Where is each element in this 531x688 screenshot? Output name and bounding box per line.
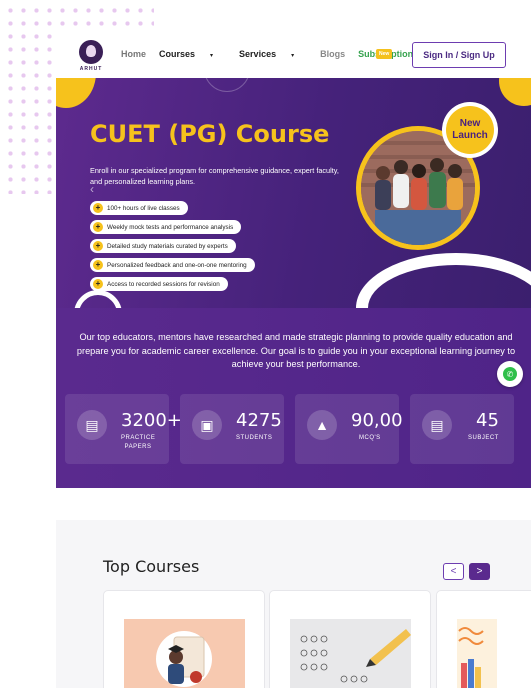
rocket-icon: ▲ (307, 410, 337, 440)
stat-value: 90,00 (351, 410, 403, 431)
stat-value: 3200+ (121, 410, 182, 431)
stat-label: SUBJECT (468, 435, 499, 441)
logo-icon (79, 40, 103, 64)
feature-list: +100+ hours of live classes + Weekly mock… (90, 197, 255, 292)
stat-card: ▣ 4275 STUDENTS (180, 394, 284, 464)
next-button[interactable]: > (469, 563, 490, 580)
plus-icon: + (93, 241, 103, 251)
feature-text: Access to recorded sessions for revision (107, 280, 220, 288)
feature-text: Personalized feedback and one-on-one men… (107, 261, 247, 269)
chevron-down-icon: ▾ (291, 53, 295, 59)
decor-arc (356, 253, 531, 308)
hero-title: CUET (PG) Course (90, 120, 330, 148)
plus-icon: + (93, 222, 103, 232)
subject-icon: ▤ (422, 410, 452, 440)
page: ARHUT Home Courses▾ Services▾ Blogs Subs… (0, 0, 531, 688)
stat-label: MCQ'S (359, 435, 381, 441)
course-card[interactable] (269, 590, 431, 688)
graduate-illustration (124, 619, 245, 688)
stat-card: ▤ 3200+ PRACTICE PAPERS (65, 394, 182, 464)
whatsapp-icon: ✆ (503, 367, 517, 381)
hero-banner: CUET (PG) Course Enroll in our specializ… (56, 78, 531, 308)
feature-item: + Personalized feedback and one-on-one me… (90, 258, 255, 272)
stat-value: 4275 (236, 410, 282, 431)
info-paragraph: Our top educators, mentors have research… (76, 332, 516, 369)
nav-services-label: Services (239, 49, 277, 59)
decor-blob (56, 78, 96, 108)
exam-sheet-illustration (290, 619, 411, 688)
header: ARHUT Home Courses▾ Services▾ Blogs Subs… (56, 30, 531, 78)
new-badge: New (376, 49, 393, 59)
stat-card: ▲ 90,00 MCQ'S (295, 394, 403, 464)
plus-icon: + (93, 279, 103, 289)
stat-label: PRACTICE PAPERS (121, 435, 156, 450)
plus-icon: + (93, 203, 103, 213)
feature-item: + Access to recorded sessions for revisio… (90, 277, 228, 291)
papers-icon: ▤ (77, 410, 107, 440)
students-icon: ▣ (192, 410, 222, 440)
hero-description: Enroll in our specialized program for co… (90, 166, 339, 186)
logo-text: ARHUT (79, 66, 103, 72)
stats-row: ▤ 3200+ PRACTICE PAPERS ▣ 4275 STUDENTS … (65, 394, 514, 464)
nav-blogs[interactable]: Blogs (320, 49, 345, 59)
nav-courses-label: Courses (159, 49, 196, 59)
whatsapp-button[interactable]: ✆ (497, 361, 523, 387)
section-title: Top Courses (103, 557, 200, 576)
nav-courses[interactable]: Courses ▾ (159, 49, 226, 59)
new-launch-badge: New Launch (442, 102, 498, 158)
carousel-prev-icon[interactable]: ‹ (90, 182, 94, 196)
feature-item: + Detailed study materials curated by exp… (90, 239, 236, 253)
nav-home[interactable]: Home (121, 49, 146, 59)
stat-label: STUDENTS (236, 435, 273, 441)
signin-button[interactable]: Sign In / Sign Up (412, 42, 506, 68)
feature-text: 100+ hours of live classes (107, 204, 180, 212)
nav-services[interactable]: Services ▾ (239, 49, 307, 59)
chevron-down-icon: ▾ (210, 53, 214, 59)
feature-item: +100+ hours of live classes (90, 201, 188, 215)
prev-button[interactable]: < (443, 563, 464, 580)
stat-value: 45 (476, 410, 499, 431)
plus-icon: + (93, 260, 103, 270)
decor-blob (499, 78, 531, 106)
stat-card: ▤ 45 SUBJECT (410, 394, 514, 464)
feature-text: Detailed study materials curated by expe… (107, 242, 228, 250)
feature-text: Weekly mock tests and performance analys… (107, 223, 234, 231)
decor-arc (74, 290, 122, 308)
logo[interactable]: ARHUT (76, 40, 106, 74)
books-illustration (457, 619, 497, 688)
course-card[interactable] (436, 590, 531, 688)
stats-section: Our top educators, mentors have research… (56, 308, 531, 488)
top-courses-section: Top Courses < > (56, 520, 531, 688)
decor-ring (204, 78, 250, 92)
new-launch-text: New Launch (446, 106, 494, 154)
feature-item: + Weekly mock tests and performance analy… (90, 220, 242, 234)
course-card[interactable] (103, 590, 265, 688)
